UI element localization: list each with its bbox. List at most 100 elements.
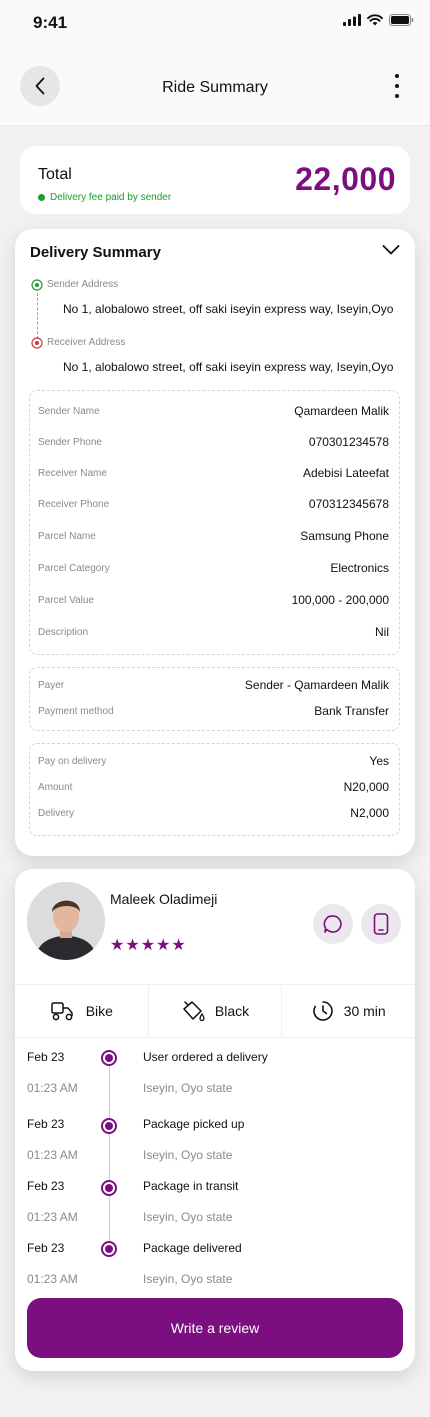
timeline-location: Iseyin, Oyo state [143,1210,233,1224]
location-pin-icon [31,337,43,349]
detail-key: Receiver Name [38,467,107,479]
top-app-bar: Ride Summary [0,46,430,126]
detail-key: Payer [38,679,65,691]
detail-value: Bank Transfer [314,704,389,718]
collapse-button[interactable] [382,243,400,261]
delivery-summary-card: Delivery Summary Sender Address No 1, al… [15,229,415,856]
receiver-address-value: No 1, alobalowo street, off saki iseyin … [63,360,394,374]
status-time: 9:41 [33,13,68,32]
detail-key: Pay on delivery [38,755,107,767]
detail-row: Parcel Category Electronics [38,561,389,575]
timeline-location: Iseyin, Oyo state [143,1148,233,1162]
total-card: Total Delivery fee paid by sender 22,000 [20,146,410,214]
detail-value: Electronics [330,561,389,575]
paint-bucket-icon [183,1001,205,1022]
call-button[interactable] [361,904,401,944]
detail-value: Nil [375,625,389,639]
status-bar: 9:41 [0,0,430,46]
rider-card: Maleek Oladimeji ★★★★★ Bike Black 30 min… [15,869,415,1371]
location-pin-icon [31,279,43,291]
receiver-address-label: Receiver Address [47,337,126,348]
sender-address-label: Sender Address [47,279,119,290]
rider-name: Maleek Oladimeji [110,891,218,907]
detail-row: Sender Phone 070301234578 [38,435,389,449]
eta-info: 30 min [282,985,415,1037]
vehicle-label: Bike [85,1003,113,1019]
detail-row: Payer Sender - Qamardeen Malik [38,678,389,692]
detail-value: Samsung Phone [300,529,389,543]
phone-icon [373,913,389,935]
total-label: Total [38,166,72,183]
detail-value: N2,000 [350,806,389,820]
detail-row: Receiver Name Adebisi Lateefat [38,466,389,480]
parcel-details-box: Sender Name Qamardeen Malik Sender Phone 0… [29,390,400,655]
timeline-event: Package delivered [143,1241,242,1255]
timeline-date: Feb 23 [27,1241,65,1255]
detail-row: Amount N20,000 [38,780,389,794]
detail-key: Payment method [38,705,114,717]
timer-icon [312,1001,333,1021]
vehicle-info: Bike [15,985,149,1037]
timeline-date: Feb 23 [27,1179,65,1193]
bike-icon [50,1002,73,1021]
payment-status-note: Delivery fee paid by sender [38,192,171,203]
vehicle-color-info: Black [149,985,283,1037]
rider-rating: ★★★★★ [110,937,187,954]
vehicle-color-label: Black [214,1003,250,1019]
chevron-down-icon [382,245,400,255]
timeline-line [109,1059,110,1249]
timeline-event: Package picked up [143,1117,245,1131]
total-amount: 22,000 [295,161,396,197]
ride-info-row: Bike Black 30 min [15,984,415,1038]
detail-row: Delivery N2,000 [38,806,389,820]
detail-value: N20,000 [343,780,389,794]
more-options-button[interactable] [388,74,406,98]
timeline-event: User ordered a delivery [143,1050,268,1064]
timeline-time: 01:23 AM [27,1148,78,1162]
detail-key: Sender Phone [38,436,102,448]
detail-key: Amount [38,781,73,793]
write-review-button[interactable]: Write a review [27,1298,403,1358]
detail-row: Sender Name Qamardeen Malik [38,404,389,418]
status-dot-icon [38,194,45,201]
timeline-event: Package in transit [143,1179,239,1193]
status-icons [343,14,414,26]
timeline-dot-icon [101,1118,117,1134]
detail-key: Sender Name [38,405,100,417]
detail-key: Parcel Category [38,562,110,574]
detail-value: Sender - Qamardeen Malik [244,678,389,692]
timeline-time: 01:23 AM [27,1272,78,1286]
chat-bubble-icon [323,915,342,933]
timeline-location: Iseyin, Oyo state [143,1081,233,1095]
detail-value: Yes [369,754,389,768]
delivery-summary-title: Delivery Summary [30,244,161,261]
rider-photo [27,882,105,960]
detail-row: Pay on delivery Yes [38,754,389,768]
detail-key: Parcel Name [38,530,96,542]
timeline-time: 01:23 AM [27,1210,78,1224]
timeline-time: 01:23 AM [27,1081,78,1095]
signal-icon [343,14,361,26]
timeline-dot-icon [101,1050,117,1066]
eta-label: 30 min [343,1003,386,1019]
charges-box: Pay on delivery Yes Amount N20,000 Deliver… [29,743,400,836]
detail-row: Parcel Value 100,000 - 200,000 [38,593,389,607]
detail-row: Payment method Bank Transfer [38,704,389,718]
sender-address-value: No 1, alobalowo street, off saki iseyin … [63,302,394,316]
timeline-dot-icon [101,1241,117,1257]
more-vertical-icon [395,74,399,78]
payment-details-box: Payer Sender - Qamardeen Malik Payment me… [29,667,400,731]
detail-value: Adebisi Lateefat [302,466,389,480]
detail-row: Receiver Phone 070312345678 [38,497,389,511]
battery-icon [389,14,414,26]
rider-avatar [27,882,105,960]
timeline-dot-icon [101,1180,117,1196]
detail-value: 070301234578 [308,435,389,449]
detail-key: Receiver Phone [38,498,110,510]
chat-button[interactable] [313,904,353,944]
payment-status-text: Delivery fee paid by sender [50,192,172,203]
route-connector [37,293,38,339]
detail-value: Qamardeen Malik [294,404,389,418]
detail-value: 070312345678 [308,497,389,511]
wifi-icon [367,14,383,26]
